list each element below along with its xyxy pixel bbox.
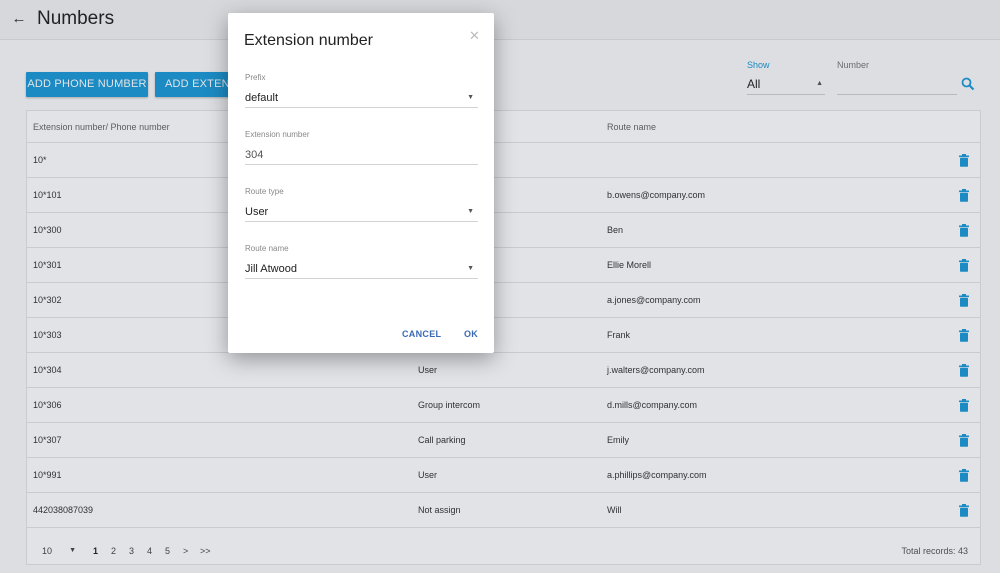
caret-down-icon: ▼ — [467, 265, 474, 272]
prefix-label: Prefix — [245, 73, 266, 82]
caret-down-icon: ▼ — [467, 94, 474, 101]
close-icon[interactable]: ✕ — [469, 28, 480, 44]
caret-down-icon: ▼ — [467, 208, 474, 215]
route-name-select[interactable]: Jill Atwood ▼ — [245, 260, 478, 279]
dialog-title: Extension number — [244, 32, 373, 49]
route-type-select[interactable]: User ▼ — [245, 203, 478, 222]
extension-number-label: Extension number — [245, 130, 310, 139]
ok-button[interactable]: OK — [464, 329, 478, 339]
route-name-value: Jill Atwood — [245, 263, 297, 275]
route-name-label: Route name — [245, 244, 289, 253]
extension-number-value: 304 — [245, 149, 264, 161]
route-type-label: Route type — [245, 187, 284, 196]
prefix-value: default — [245, 92, 279, 104]
extension-number-input[interactable]: 304 — [245, 146, 478, 165]
extension-number-dialog: Extension number ✕ Prefix default ▼ Exte… — [228, 13, 494, 353]
modal-overlay[interactable] — [0, 0, 1000, 573]
cancel-button[interactable]: CANCEL — [402, 329, 441, 339]
route-type-value: User — [245, 206, 269, 218]
prefix-select[interactable]: default ▼ — [245, 89, 478, 108]
